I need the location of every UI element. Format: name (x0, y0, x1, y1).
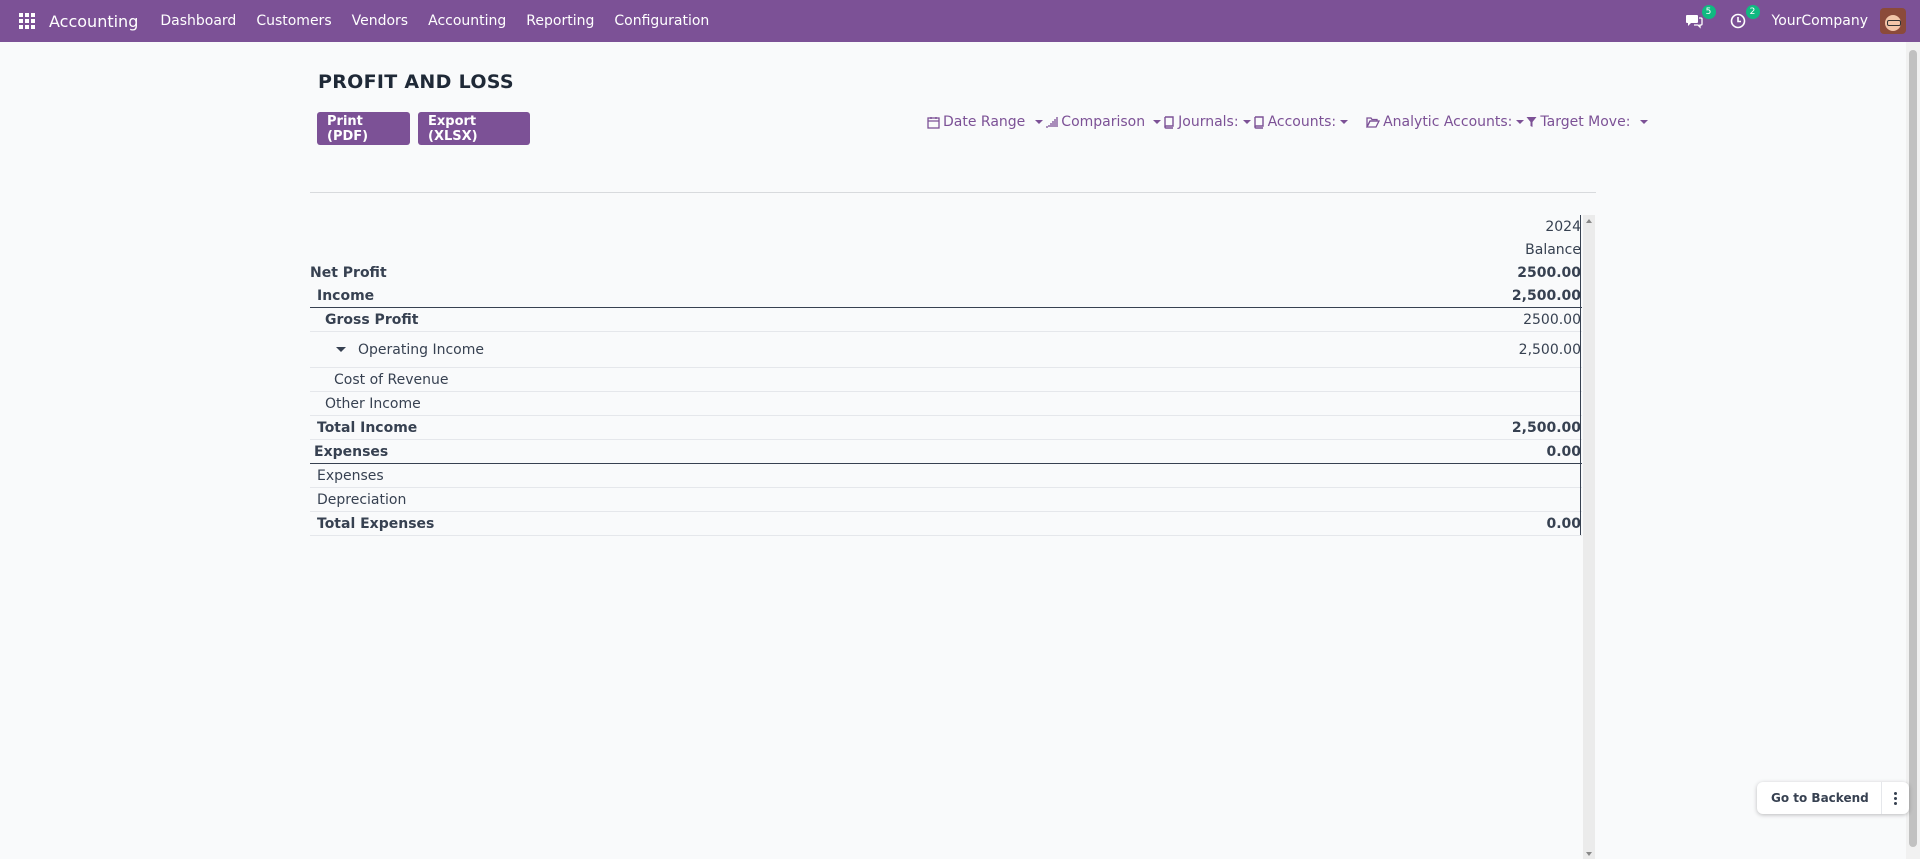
row-value: 2500.00 (1517, 264, 1581, 281)
column-header-balance: Balance (310, 238, 1582, 261)
go-to-backend-widget: Go to Backend (1757, 782, 1909, 814)
table-row[interactable]: Cost of Revenue (310, 368, 1582, 392)
go-to-backend-button[interactable]: Go to Backend (1757, 791, 1881, 805)
export-xlsx-button[interactable]: Export (XLSX) (418, 112, 530, 145)
clock-icon (1730, 13, 1745, 29)
page-scrollbar[interactable] (1906, 42, 1920, 859)
table-row[interactable]: Income 2,500.00 (310, 284, 1582, 308)
analytic-accounts-filter[interactable]: Analytic Accounts: (1366, 114, 1526, 130)
page-scrollbar-thumb[interactable] (1909, 50, 1917, 847)
chevron-down-icon (1340, 120, 1349, 124)
menu-vendors[interactable]: Vendors (342, 13, 418, 29)
row-label: Expenses (317, 467, 384, 484)
row-value: 2500.00 (1523, 311, 1581, 328)
book-icon (1164, 115, 1174, 129)
app-name[interactable]: Accounting (49, 12, 138, 31)
chevron-down-icon (1640, 120, 1649, 124)
company-switcher[interactable]: YourCompany (1772, 13, 1869, 29)
row-label: Income (317, 287, 375, 304)
menu-reporting[interactable]: Reporting (516, 13, 604, 29)
scroll-down-icon[interactable] (1586, 852, 1592, 856)
menu-customers[interactable]: Customers (246, 13, 341, 29)
table-row[interactable]: Total Income 2,500.00 (310, 416, 1582, 440)
analytic-accounts-label: Analytic Accounts: (1383, 114, 1513, 130)
row-label-wrap: Operating Income (310, 342, 484, 358)
table-row[interactable]: Expenses (310, 464, 1582, 488)
row-label: Other Income (325, 395, 421, 412)
table-row[interactable]: Gross Profit 2500.00 (310, 308, 1582, 332)
menu-dashboard[interactable]: Dashboard (150, 13, 246, 29)
row-label: Depreciation (317, 491, 407, 508)
table-row[interactable]: Total Expenses 0.00 (310, 512, 1582, 536)
chevron-down-icon (1153, 120, 1162, 124)
folder-open-icon (1366, 117, 1381, 128)
report-table: 2024 Balance Net Profit 2500.00 Income 2… (310, 215, 1582, 536)
row-value: 2,500.00 (1511, 419, 1581, 436)
row-label: Total Income (317, 419, 418, 436)
accounts-filter[interactable]: Accounts: (1253, 114, 1367, 130)
row-label: Gross Profit (325, 311, 419, 328)
row-value: 0.00 (1546, 443, 1581, 460)
filter-icon (1526, 117, 1537, 127)
more-options-icon[interactable] (1880, 782, 1909, 814)
filter-bar: Date Range Comparison Journals: Accounts… (927, 112, 1650, 132)
calendar-icon (927, 116, 940, 129)
column-year: 2024 (1545, 218, 1581, 235)
messages-count-badge: 5 (1701, 5, 1716, 19)
activities-button[interactable]: 2 (1728, 5, 1760, 31)
column-header-year: 2024 (310, 215, 1582, 238)
table-row[interactable]: Expenses 0.00 (310, 440, 1582, 464)
chat-icon (1685, 15, 1703, 29)
chevron-down-icon (1242, 120, 1251, 124)
accounts-label: Accounts: (1267, 114, 1337, 130)
column-border (1580, 215, 1581, 535)
row-value: 0.00 (1546, 515, 1581, 532)
row-label: Cost of Revenue (334, 371, 449, 388)
bar-chart-icon (1046, 117, 1058, 128)
chevron-down-icon (1035, 120, 1044, 124)
row-label: Total Expenses (317, 515, 435, 532)
comparison-label: Comparison (1061, 114, 1146, 130)
row-value: 2,500.00 (1518, 341, 1581, 358)
target-move-label: Target Move: (1540, 114, 1631, 130)
table-row[interactable]: Depreciation (310, 488, 1582, 512)
row-label: Operating Income (358, 341, 484, 358)
apps-grid-icon[interactable] (19, 13, 35, 29)
column-balance: Balance (1525, 241, 1581, 258)
scroll-up-icon[interactable] (1586, 219, 1592, 223)
user-avatar[interactable] (1880, 8, 1906, 34)
row-value: 2,500.00 (1511, 287, 1581, 304)
report-scrollbar[interactable] (1583, 215, 1595, 859)
menu-configuration[interactable]: Configuration (604, 13, 719, 29)
caret-down-icon[interactable] (336, 347, 346, 352)
activities-count-badge: 2 (1745, 5, 1760, 19)
journals-label: Journals: (1178, 114, 1239, 130)
header-divider (310, 192, 1596, 193)
page-title: PROFIT AND LOSS (318, 71, 514, 93)
table-row[interactable]: Net Profit 2500.00 (310, 261, 1582, 284)
top-navbar: Accounting Dashboard Customers Vendors A… (0, 0, 1920, 42)
date-range-label: Date Range (943, 114, 1026, 130)
row-label: Expenses (314, 443, 389, 460)
menu-accounting[interactable]: Accounting (418, 13, 516, 29)
table-row[interactable]: Operating Income 2,500.00 (310, 332, 1582, 368)
row-label: Net Profit (310, 264, 387, 281)
comparison-filter[interactable]: Comparison (1045, 114, 1163, 130)
messages-button[interactable]: 5 (1684, 5, 1716, 31)
print-pdf-button[interactable]: Print (PDF) (317, 112, 410, 145)
journals-filter[interactable]: Journals: (1163, 114, 1252, 130)
date-range-filter[interactable]: Date Range (927, 114, 1045, 130)
chevron-down-icon (1516, 120, 1525, 124)
book-icon (1253, 115, 1264, 129)
target-move-filter[interactable]: Target Move: (1526, 114, 1650, 130)
table-row[interactable]: Other Income (310, 392, 1582, 416)
